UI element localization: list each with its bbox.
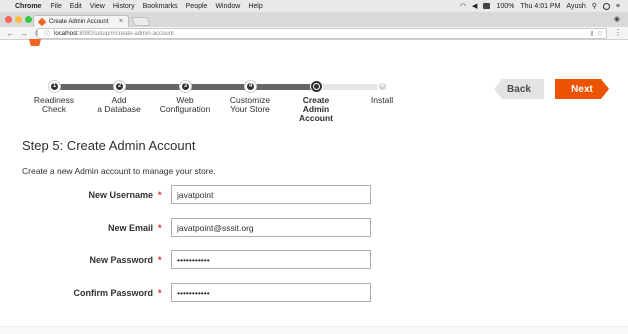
browser-tab-active[interactable]: Create Admin Account × [33, 15, 129, 27]
new-tab-button[interactable] [131, 17, 151, 26]
step-node-6: 6 [377, 81, 388, 92]
address-bar[interactable]: ⓘ localhost :8080/setup/#/create-admin-a… [37, 28, 607, 39]
step-node-4: 4 [245, 81, 256, 92]
menu-bookmarks[interactable]: Bookmarks [143, 3, 178, 10]
url-path: :8080/setup/#/create-admin-account [77, 30, 174, 37]
step-label-readiness-check: Readiness Check [24, 96, 84, 114]
browser-tab-strip: Create Admin Account × ◉ [0, 12, 628, 27]
step-label-line: Your Store [230, 104, 270, 114]
tab-title: Create Admin Account [49, 18, 109, 25]
menu-file[interactable]: File [50, 3, 61, 10]
step-label-web-configuration: Web Configuration [155, 96, 215, 114]
next-button[interactable]: Next [555, 79, 609, 99]
minimize-window-button[interactable] [15, 16, 22, 23]
search-icon[interactable]: ⚲ [592, 2, 597, 10]
zoom-window-button[interactable] [25, 16, 32, 23]
password-label: New Password [89, 255, 153, 265]
volume-icon[interactable]: ◀ [472, 2, 477, 10]
required-asterisk: * [158, 288, 162, 298]
wifi-icon[interactable]: ◠ [460, 2, 466, 10]
required-asterisk: * [158, 255, 162, 265]
status-area: ◠ ◀ 100% Thu 4:01 PM Ayush ⚲ ≡ [460, 0, 620, 12]
step-node-1: 1 [49, 81, 60, 92]
magento-favicon-icon [37, 17, 47, 26]
step-label-install: Install [352, 96, 412, 105]
notification-list-icon[interactable]: ≡ [616, 3, 620, 10]
page-footer [0, 326, 628, 334]
step-label-add-database: Add a Database [89, 96, 149, 114]
confirm-password-input[interactable] [171, 283, 371, 302]
key-icon[interactable]: ⚷ [590, 30, 594, 37]
menu-people[interactable]: People [186, 3, 208, 10]
required-asterisk: * [158, 190, 162, 200]
menu-history[interactable]: History [113, 3, 135, 10]
menu-window[interactable]: Window [215, 3, 240, 10]
step-label-create-admin-account: Create Admin Account [286, 96, 346, 123]
siri-icon[interactable] [602, 2, 610, 10]
username-input[interactable] [171, 185, 371, 204]
setup-page: 1 2 3 4 6 Readiness Check Add a Database… [0, 39, 628, 334]
tab-close-icon[interactable]: × [119, 18, 123, 25]
close-window-button[interactable] [5, 16, 12, 23]
mac-menu-bar: Chrome File Edit View History Bookmarks … [0, 0, 628, 12]
profile-icon[interactable]: ◉ [614, 15, 620, 23]
menu-app-name[interactable]: Chrome [15, 3, 41, 10]
menu-edit[interactable]: Edit [70, 3, 82, 10]
required-asterisk: * [158, 223, 162, 233]
user-name[interactable]: Ayush [566, 3, 585, 10]
step-label-line: Admin Account [299, 104, 333, 123]
step-label-customize-store: Customize Your Store [220, 96, 280, 114]
forward-arrow-icon[interactable]: → [20, 29, 28, 38]
chrome-menu-icon[interactable]: ⋮ [614, 28, 622, 37]
step-label-line: a Database [97, 104, 141, 114]
menu-view[interactable]: View [90, 3, 105, 10]
menu-help[interactable]: Help [248, 3, 262, 10]
email-input[interactable] [171, 218, 371, 237]
step-label-line: Configuration [159, 104, 211, 114]
email-label: New Email [107, 223, 153, 233]
back-arrow-icon[interactable]: ← [6, 29, 14, 38]
confirm-password-label: Confirm Password [73, 288, 153, 298]
bookmark-star-icon[interactable]: ☆ [597, 29, 603, 37]
step-node-3: 3 [180, 81, 191, 92]
battery-percent: 100% [496, 2, 515, 10]
url-host: localhost [54, 30, 78, 37]
browser-toolbar: ← → C ⓘ localhost :8080/setup/#/create-a… [0, 27, 628, 40]
step-node-2: 2 [114, 81, 125, 92]
page-description: Create a new Admin account to manage you… [22, 166, 216, 176]
page-info-icon[interactable]: ⓘ [44, 29, 50, 38]
page-title: Step 5: Create Admin Account [22, 138, 196, 153]
step-label-line: Install [370, 95, 394, 105]
back-button[interactable]: Back [494, 79, 544, 99]
step-label-line: Check [41, 104, 67, 114]
password-input[interactable] [171, 250, 371, 269]
battery-icon[interactable] [483, 3, 491, 9]
username-label: New Username [88, 190, 153, 200]
step-node-5-current [311, 81, 322, 92]
clock[interactable]: Thu 4:01 PM [520, 3, 560, 10]
magento-logo-icon [29, 39, 41, 46]
